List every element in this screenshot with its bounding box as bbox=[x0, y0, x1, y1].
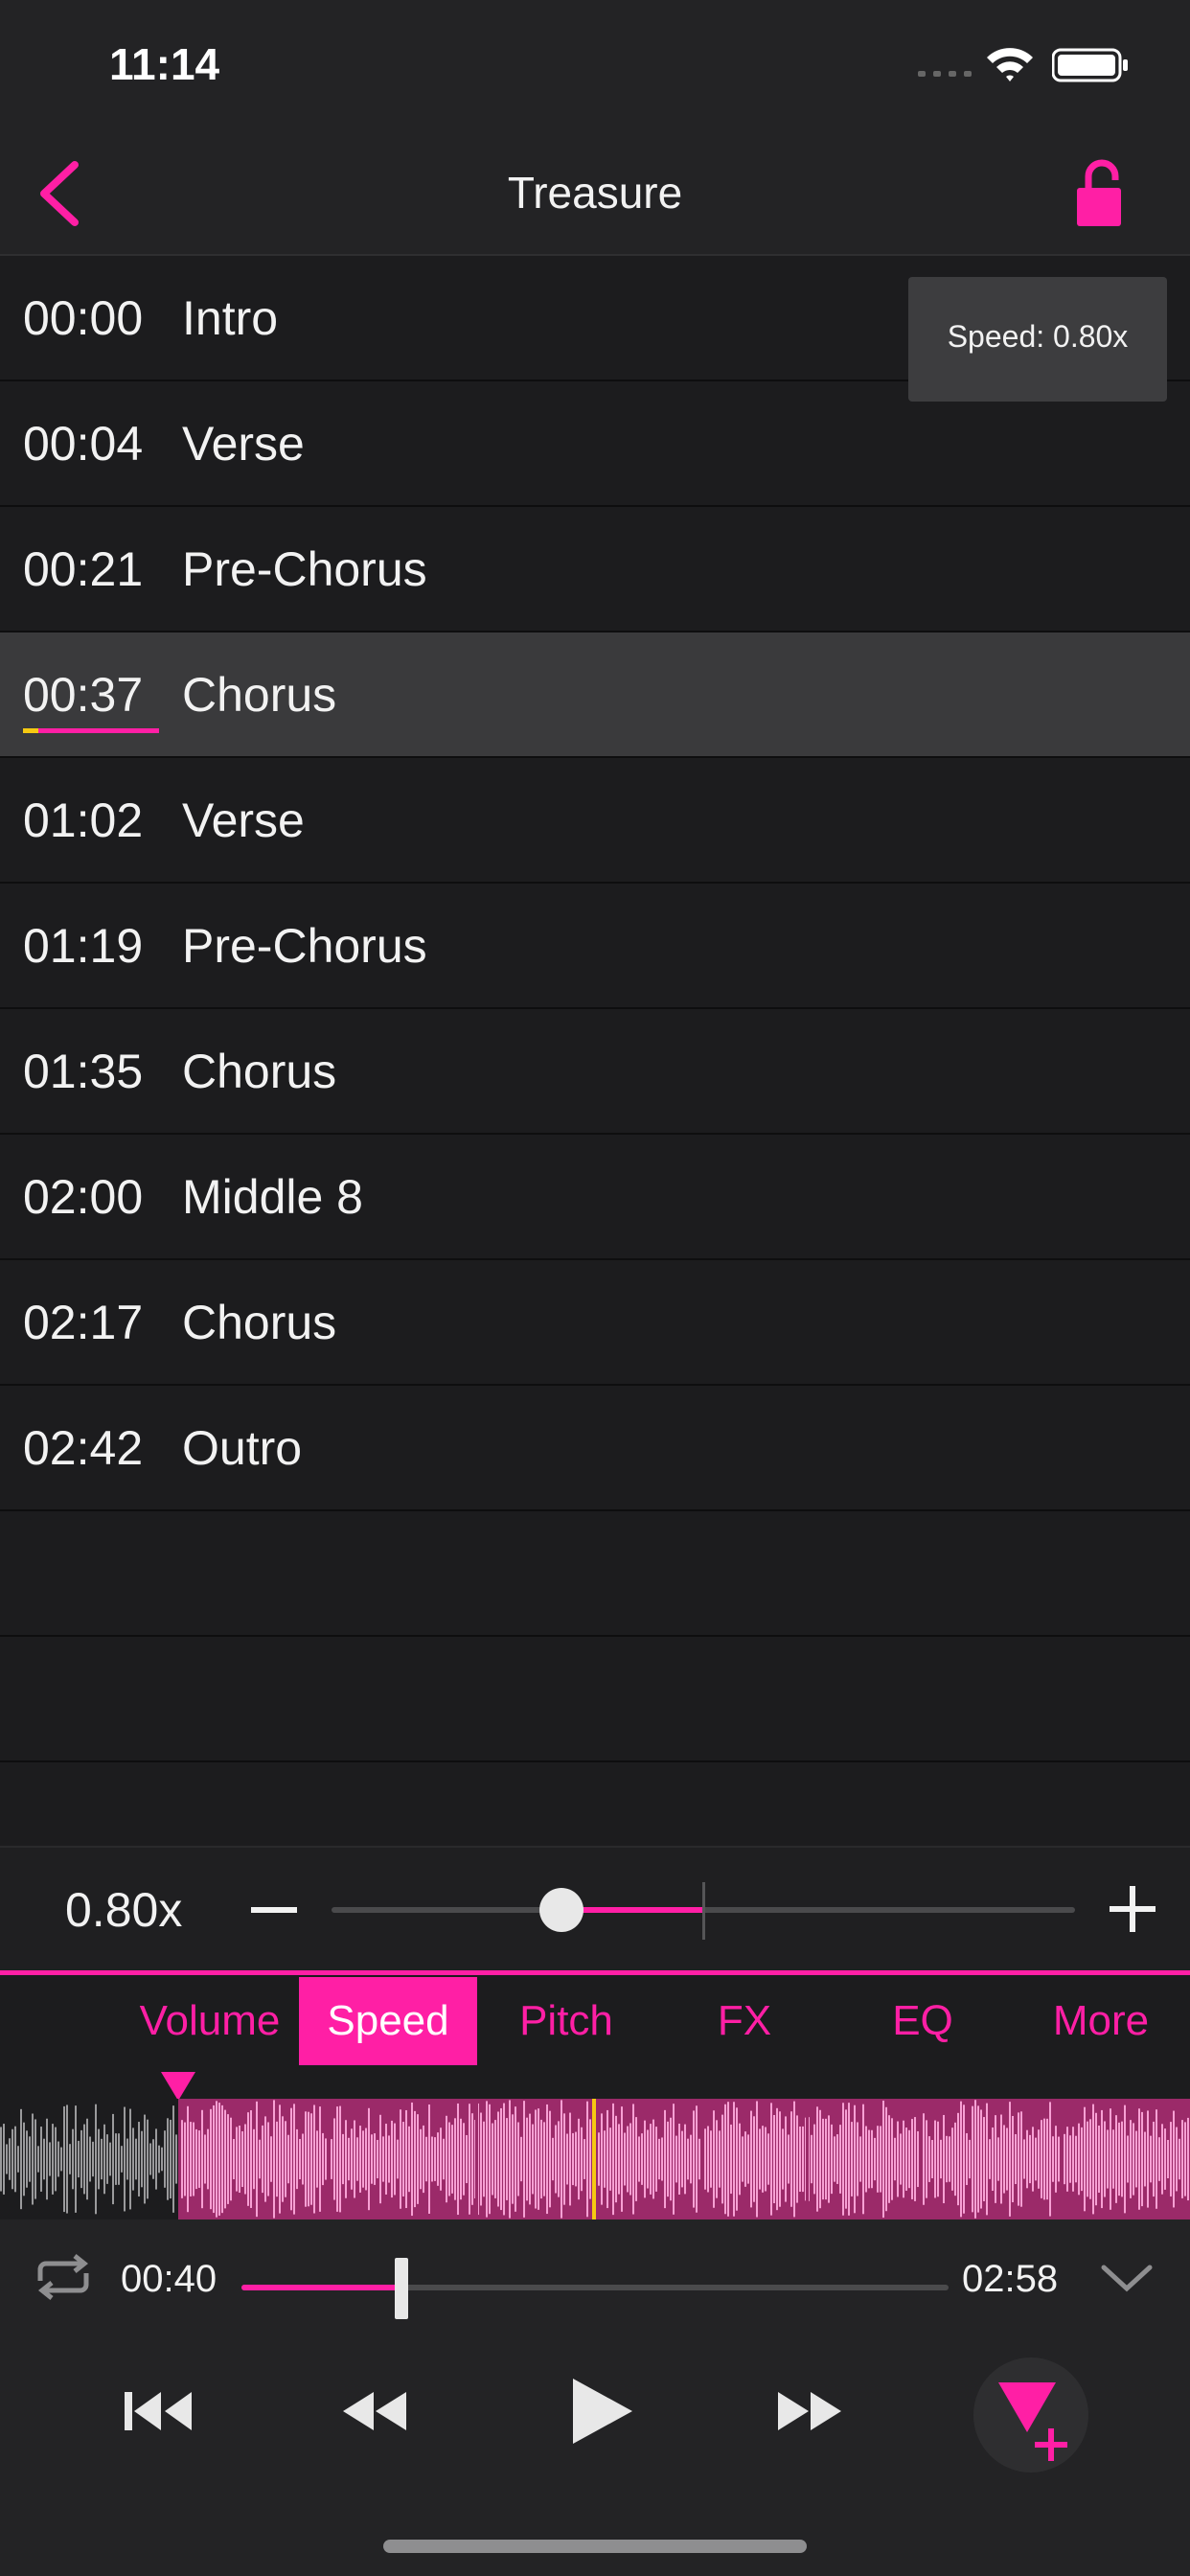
section-row[interactable]: 02:17 Chorus bbox=[0, 1260, 1190, 1386]
section-time: 02:17 bbox=[23, 1296, 144, 1349]
status-bar: 11:14 bbox=[0, 0, 1190, 134]
chevron-down-icon[interactable] bbox=[1098, 2262, 1156, 2296]
current-time: 00:40 bbox=[121, 2258, 217, 2300]
section-row[interactable]: 02:00 Middle 8 bbox=[0, 1135, 1190, 1260]
section-row-selected[interactable]: 00:37 Chorus bbox=[0, 632, 1190, 758]
empty-row bbox=[0, 1511, 1190, 1637]
section-name: Verse bbox=[182, 794, 305, 847]
section-time: 00:37 bbox=[23, 668, 144, 722]
section-progress-underline bbox=[23, 728, 159, 733]
section-time: 01:35 bbox=[23, 1045, 144, 1098]
battery-icon bbox=[1052, 48, 1128, 82]
section-name: Intro bbox=[182, 291, 279, 345]
section-name: Middle 8 bbox=[182, 1170, 363, 1224]
section-list: 00:00 Intro 00:04 Verse 00:21 Pre-Chorus… bbox=[0, 256, 1190, 1762]
section-time: 00:21 bbox=[23, 542, 144, 596]
fast-forward-icon[interactable] bbox=[776, 2363, 845, 2459]
loop-icon[interactable] bbox=[27, 2248, 100, 2306]
unlock-icon[interactable] bbox=[1071, 157, 1133, 230]
effects-tab-bar: Volume Speed Pitch FX EQ More bbox=[0, 1970, 1190, 2071]
rewind-icon[interactable] bbox=[339, 2363, 408, 2459]
section-progress-marker bbox=[23, 728, 38, 733]
tab-eq[interactable]: EQ bbox=[834, 1977, 1012, 2065]
speed-slider-thumb[interactable] bbox=[539, 1888, 584, 1932]
section-time: 02:42 bbox=[23, 1421, 144, 1475]
section-name: Outro bbox=[182, 1421, 303, 1475]
section-row[interactable]: 01:19 Pre-Chorus bbox=[0, 884, 1190, 1009]
speed-value: 0.80x bbox=[65, 1883, 183, 1937]
section-name: Verse bbox=[182, 417, 305, 471]
section-name: Chorus bbox=[182, 1045, 337, 1098]
empty-row bbox=[0, 1637, 1190, 1762]
play-icon[interactable] bbox=[567, 2363, 636, 2459]
speed-tooltip-text: Speed: 0.80x bbox=[947, 319, 1129, 354]
section-name: Chorus bbox=[182, 1296, 337, 1349]
section-row[interactable]: 01:35 Chorus bbox=[0, 1009, 1190, 1135]
playback-position-thumb[interactable] bbox=[395, 2258, 408, 2319]
speed-tooltip: Speed: 0.80x bbox=[908, 277, 1167, 402]
status-time: 11:14 bbox=[109, 39, 220, 89]
speed-increase-button[interactable] bbox=[1110, 1886, 1156, 1932]
total-time: 02:58 bbox=[962, 2258, 1059, 2300]
transport-panel: 00:40 02:58 bbox=[0, 2220, 1190, 2576]
tab-pitch[interactable]: Pitch bbox=[477, 1977, 655, 2065]
section-row[interactable]: 01:02 Verse bbox=[0, 758, 1190, 884]
section-time: 02:00 bbox=[23, 1170, 144, 1224]
tab-volume[interactable]: Volume bbox=[125, 1977, 295, 2065]
add-marker-icon bbox=[998, 2382, 1067, 2461]
section-row[interactable]: 00:21 Pre-Chorus bbox=[0, 507, 1190, 632]
playback-position-fill bbox=[241, 2285, 400, 2290]
section-row[interactable]: 02:42 Outro bbox=[0, 1386, 1190, 1511]
section-time: 01:19 bbox=[23, 919, 144, 973]
waveform[interactable] bbox=[0, 2099, 1190, 2220]
speed-decrease-button[interactable] bbox=[251, 1907, 297, 1913]
section-time: 01:02 bbox=[23, 794, 144, 847]
section-name: Pre-Chorus bbox=[182, 919, 427, 973]
tab-more[interactable]: More bbox=[1012, 1977, 1190, 2065]
section-name: Chorus bbox=[182, 668, 337, 722]
navigation-bar: Treasure bbox=[0, 134, 1190, 256]
section-name: Pre-Chorus bbox=[182, 542, 427, 596]
loop-start-marker-icon[interactable] bbox=[159, 2070, 197, 2103]
skip-back-icon[interactable] bbox=[123, 2363, 195, 2459]
section-time: 00:04 bbox=[23, 417, 144, 471]
wifi-icon bbox=[987, 48, 1033, 81]
tab-speed[interactable]: Speed bbox=[299, 1977, 477, 2065]
cellular-signal-icon bbox=[918, 71, 972, 77]
section-time: 00:00 bbox=[23, 291, 144, 345]
playhead-line bbox=[592, 2099, 596, 2220]
home-indicator bbox=[383, 2540, 807, 2553]
tab-fx[interactable]: FX bbox=[655, 1977, 834, 2065]
speed-control-panel: 0.80x bbox=[0, 1846, 1190, 1972]
add-marker-button[interactable] bbox=[973, 2358, 1088, 2472]
page-title: Treasure bbox=[507, 168, 683, 218]
speed-slider-center-mark bbox=[702, 1882, 705, 1940]
